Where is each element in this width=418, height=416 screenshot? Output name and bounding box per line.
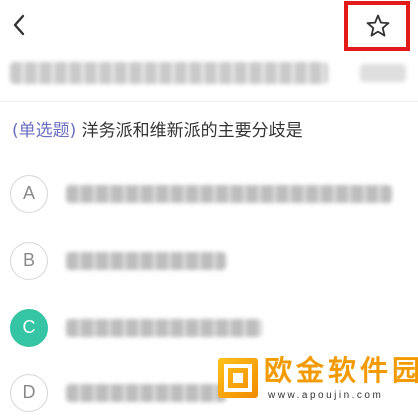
watermark-name: 欧金软件园 (264, 354, 418, 387)
option-letter: B (10, 242, 48, 280)
option-letter: C (10, 309, 48, 347)
option-letter: D (10, 374, 48, 412)
chevron-left-icon (13, 14, 25, 36)
blurred-subtitle (10, 62, 328, 84)
question-type-label: (单选题) (12, 121, 77, 141)
top-bar (0, 0, 418, 52)
option-b[interactable]: B (8, 240, 408, 284)
option-letter: A (10, 175, 48, 213)
watermark-logo-icon (218, 358, 258, 398)
question-text: (单选题) 洋务派和维新派的主要分歧是 (12, 119, 303, 143)
question-stem: 洋务派和维新派的主要分歧是 (81, 121, 303, 141)
option-a[interactable]: A (8, 173, 408, 217)
favorite-button[interactable] (344, 1, 410, 51)
back-button[interactable] (8, 6, 36, 42)
blurred-subtitle-extra (360, 64, 406, 82)
option-c[interactable]: C (8, 307, 408, 351)
divider (0, 101, 418, 102)
star-outline-icon (366, 14, 390, 37)
blurred-option-text (66, 384, 226, 402)
blurred-option-text (66, 319, 262, 337)
blurred-option-text (66, 185, 392, 203)
blurred-option-text (66, 252, 226, 270)
watermark: 欧金软件园 www.apoujin.com (218, 352, 418, 408)
watermark-url: www.apoujin.com (268, 390, 384, 401)
